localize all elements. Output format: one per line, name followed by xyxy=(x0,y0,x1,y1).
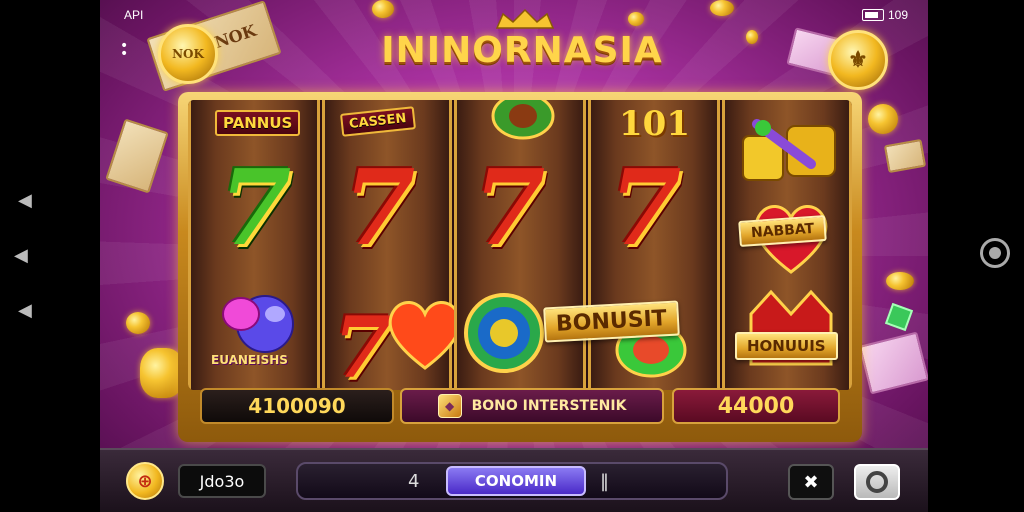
settings-icon xyxy=(866,471,888,493)
game-screen: API 109 • • NOK NOK ⚜ ININORNASIA PANNUS … xyxy=(100,0,928,512)
left-nav-rail: ◀ ◀ ◀ xyxy=(0,0,100,512)
reel-4-label: 101 xyxy=(619,104,690,144)
close-button[interactable]: ✖ xyxy=(788,464,834,500)
coin-icon xyxy=(886,272,914,290)
recent-icon[interactable]: ◀ xyxy=(18,300,32,321)
reel-2: CASSEN 7 7 xyxy=(322,100,462,390)
reel-2-seven-symbol: 7 xyxy=(343,146,416,269)
home-button-icon[interactable] xyxy=(980,238,1010,268)
treasure-tools-icon xyxy=(742,119,836,181)
settings-button[interactable] xyxy=(854,464,900,500)
coin-icon xyxy=(126,312,150,334)
coin-icon xyxy=(746,30,758,44)
coin-icon xyxy=(628,12,644,26)
spin-control-track: 4 CONOMIN ‖ xyxy=(296,462,728,500)
control-bar: ⊕ Jdo3o 4 CONOMIN ‖ ✖ xyxy=(100,448,928,512)
status-right-text: 109 xyxy=(888,8,909,22)
purple-fruit-icon xyxy=(222,295,294,353)
reel-2-label: CASSEN xyxy=(339,106,416,137)
balance-display: Jdo3o xyxy=(178,464,266,498)
coin-icon xyxy=(710,0,734,16)
decrease-icon[interactable]: 4 xyxy=(408,471,419,492)
spin-button[interactable]: CONOMIN xyxy=(446,466,586,496)
bonus-ribbon: BONUSIT xyxy=(543,300,680,343)
bonus-chest-icon xyxy=(749,289,833,366)
bill-label: NOK xyxy=(212,20,259,53)
status-left-text: API xyxy=(124,8,144,22)
medallion-right-icon: ⚜ xyxy=(828,30,888,90)
coin-icon xyxy=(372,0,394,18)
volume-icon[interactable]: ◀ xyxy=(14,245,28,266)
ring-icon xyxy=(491,100,555,140)
increase-icon[interactable]: ‖ xyxy=(600,471,609,492)
total-bet-panel: 4100090 xyxy=(200,388,394,424)
reel-3: 7 xyxy=(454,100,586,390)
reel-3-seven-symbol: 7 xyxy=(473,146,546,269)
reel-5-bottom-label: HONUUIS xyxy=(735,332,838,360)
bonus-info-text: BONO INTERSTENIK xyxy=(471,398,627,414)
medallion-label: NOK xyxy=(172,47,204,61)
bonus-badge-icon: ◆ xyxy=(437,394,462,418)
reel-1-seven-symbol: 7 xyxy=(219,146,292,269)
coin-icon xyxy=(868,104,898,134)
crown-icon xyxy=(495,8,555,29)
slot-machine-frame: PANNUS 7 EUANEISHS CASSEN 7 7 7 101 7 NA… xyxy=(178,92,862,442)
reel-1-bottom-label: EUANEISHS xyxy=(211,353,288,367)
win-value: 44000 xyxy=(717,393,795,419)
back-icon[interactable]: ◀ xyxy=(18,190,32,211)
battery-icon xyxy=(862,9,884,21)
reel-4: 101 7 xyxy=(588,100,720,390)
reels-window: PANNUS 7 EUANEISHS CASSEN 7 7 7 101 7 NA… xyxy=(188,100,852,390)
medallion-left-icon: NOK xyxy=(158,24,218,84)
rainbow-wheel-icon xyxy=(464,293,544,373)
win-panel: 44000 xyxy=(672,388,840,424)
reel-1-label: PANNUS xyxy=(215,110,301,136)
reel-1: PANNUS 7 EUANEISHS xyxy=(188,100,320,390)
reel-4-seven-symbol: 7 xyxy=(609,146,682,269)
bonus-info-panel: ◆ BONO INTERSTENIK xyxy=(400,388,664,424)
game-title: ININORNASIA xyxy=(381,30,663,71)
coin-button[interactable]: ⊕ xyxy=(126,462,164,500)
reel-5: NABBAT HONUUIS xyxy=(722,100,852,390)
total-bet-value: 4100090 xyxy=(248,394,346,418)
menu-dots-icon[interactable]: • • xyxy=(120,39,128,61)
